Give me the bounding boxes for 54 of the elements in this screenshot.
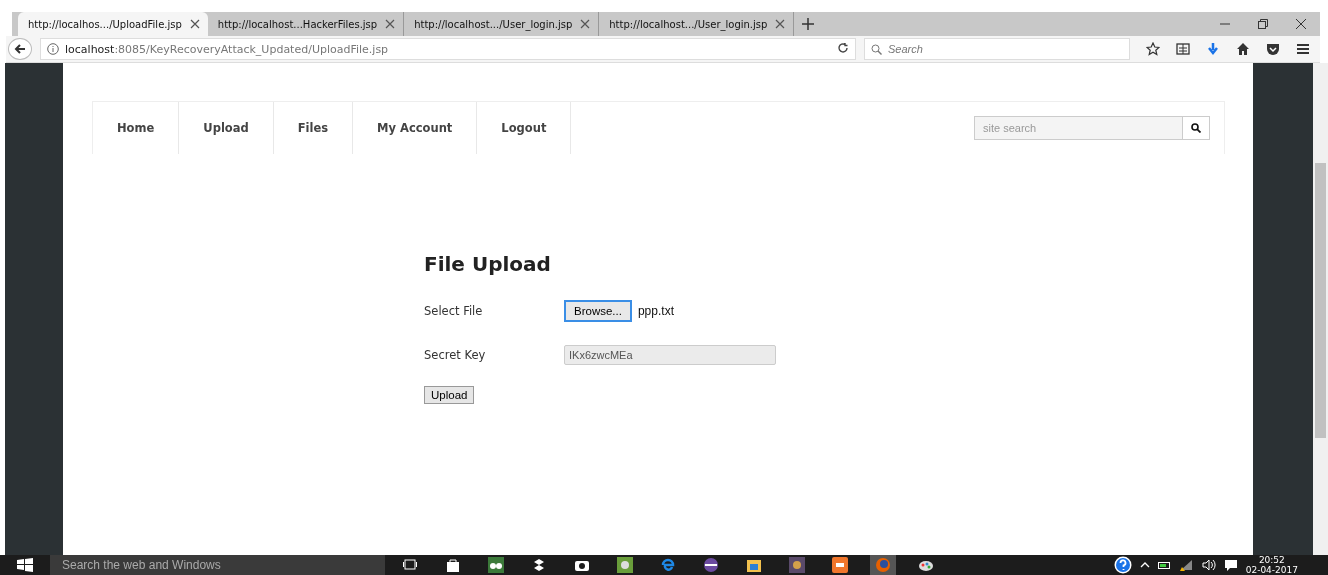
nav-link[interactable]: My Account bbox=[353, 102, 478, 154]
search-button[interactable] bbox=[1182, 116, 1210, 140]
battery-icon[interactable] bbox=[1157, 560, 1172, 570]
search-icon bbox=[871, 43, 882, 55]
info-icon bbox=[47, 43, 59, 55]
home-icon[interactable] bbox=[1236, 42, 1250, 56]
address-field[interactable]: localhost:8085/KeyRecoveryAttack_Updated/UploadFile.jsp bbox=[40, 38, 856, 60]
chevron-up-icon[interactable] bbox=[1139, 560, 1150, 570]
upload-button[interactable]: Upload bbox=[424, 386, 475, 404]
download-icon[interactable] bbox=[1206, 42, 1220, 56]
back-button[interactable] bbox=[8, 38, 32, 60]
secret-key-field[interactable]: IKx6zwcMEa bbox=[564, 345, 776, 365]
tab-title: http://localhost.../User_login.jsp bbox=[414, 18, 573, 30]
nav-link[interactable]: Logout bbox=[477, 102, 572, 154]
menu-icon[interactable] bbox=[1296, 42, 1310, 56]
back-arrow-icon bbox=[14, 43, 26, 55]
close-icon[interactable] bbox=[189, 19, 200, 29]
url-host: localhost bbox=[65, 42, 115, 56]
restore-icon[interactable] bbox=[1258, 19, 1268, 29]
taskbar-search-box[interactable]: Search the web and Windows bbox=[50, 555, 385, 575]
notification-icon[interactable] bbox=[1223, 559, 1238, 571]
close-icon[interactable] bbox=[385, 19, 396, 29]
browser-tab[interactable]: http://localhos.../UploadFile.jsp bbox=[18, 12, 208, 36]
field-label: Select File bbox=[424, 304, 484, 318]
pocket-icon[interactable] bbox=[1266, 42, 1280, 56]
close-icon[interactable] bbox=[775, 19, 786, 29]
taskbar-search-field[interactable]: Search the web and Windows bbox=[50, 557, 364, 573]
search-box[interactable]: Search bbox=[864, 38, 1130, 60]
scrollbar[interactable] bbox=[1313, 63, 1328, 555]
help-icon[interactable] bbox=[1113, 556, 1132, 574]
speaker-icon[interactable] bbox=[1201, 559, 1216, 571]
close-icon[interactable] bbox=[1296, 19, 1306, 29]
file-name: ppp.txt bbox=[637, 304, 674, 318]
reading-list-icon[interactable] bbox=[1176, 42, 1190, 56]
tab-title: http://localhost...HackerFiles.jsp bbox=[217, 18, 378, 30]
reload-icon[interactable] bbox=[837, 41, 849, 54]
search-field[interactable]: Search bbox=[886, 42, 1090, 56]
star-icon[interactable] bbox=[1146, 42, 1160, 56]
nav-link[interactable]: Home bbox=[93, 102, 180, 154]
nav-link[interactable]: Files bbox=[273, 102, 354, 154]
nav-link[interactable]: Upload bbox=[179, 102, 274, 154]
search-icon bbox=[1191, 123, 1201, 133]
close-icon[interactable] bbox=[580, 19, 591, 29]
url-path: :8085/KeyRecoveryAttack_Updated/UploadFile.jsp bbox=[114, 42, 389, 56]
tab-title: http://localhost.../User_login.jsp bbox=[609, 18, 768, 30]
browse-button[interactable]: Browse... bbox=[564, 300, 632, 322]
form-title: File Upload bbox=[424, 252, 552, 276]
site-search-field[interactable]: site search bbox=[974, 116, 1182, 140]
tab-title: http://localhos.../UploadFile.jsp bbox=[28, 18, 182, 30]
windows-logo-icon bbox=[17, 558, 33, 572]
field-label: Secret Key bbox=[424, 348, 487, 362]
plus-icon[interactable] bbox=[802, 18, 815, 30]
clock-date: 02-04-2017 bbox=[1245, 565, 1298, 575]
clock-time: 20:52 bbox=[1258, 555, 1285, 565]
